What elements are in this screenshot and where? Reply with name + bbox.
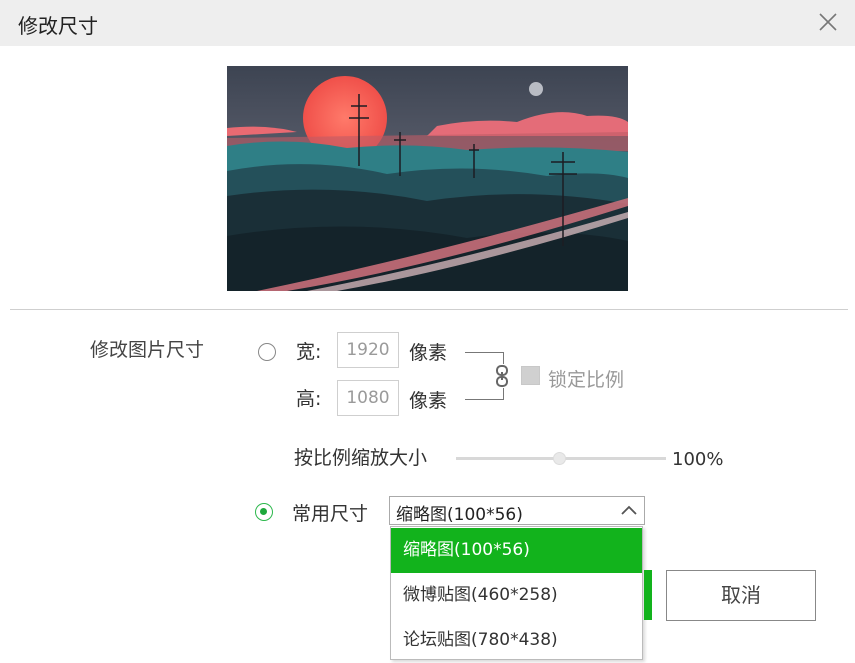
scale-value: 100% — [672, 449, 724, 470]
height-unit: 像素 — [409, 390, 448, 412]
preset-size-select[interactable]: 缩略图(100*56) — [389, 496, 645, 525]
scale-slider-thumb[interactable] — [553, 452, 566, 465]
divider — [10, 309, 848, 310]
cancel-button[interactable]: 取消 — [666, 570, 816, 621]
preset-size-selected: 缩略图(100*56) — [396, 505, 523, 525]
preset-option-thumbnail[interactable]: 缩略图(100*56) — [391, 528, 642, 573]
chevron-up-icon — [621, 505, 637, 515]
preset-size-dropdown: 缩略图(100*56) 微博贴图(460*258) 论坛贴图(780*438) — [390, 526, 643, 660]
title-bar: 修改尺寸 — [0, 0, 855, 46]
preview-image — [227, 66, 628, 291]
height-input[interactable] — [337, 380, 399, 416]
scale-label: 按比例缩放大小 — [294, 447, 428, 469]
ok-button[interactable] — [644, 570, 652, 620]
custom-size-radio[interactable] — [258, 343, 276, 361]
resize-section-label: 修改图片尺寸 — [90, 339, 205, 361]
chain-link-icon[interactable] — [494, 364, 510, 388]
preset-option-weibo[interactable]: 微博贴图(460*258) — [391, 573, 642, 618]
height-label: 高: — [296, 388, 322, 410]
lock-ratio-checkbox[interactable] — [521, 366, 540, 385]
width-label: 宽: — [296, 341, 322, 363]
dialog-title: 修改尺寸 — [18, 14, 98, 38]
width-input[interactable] — [337, 332, 399, 368]
width-unit: 像素 — [409, 342, 448, 364]
preset-size-radio[interactable] — [255, 503, 273, 521]
close-button[interactable] — [814, 8, 842, 36]
close-icon — [819, 13, 837, 31]
preset-size-label: 常用尺寸 — [292, 503, 369, 525]
preset-option-forum[interactable]: 论坛贴图(780*438) — [391, 618, 642, 663]
lock-ratio-label: 锁定比例 — [548, 369, 625, 391]
